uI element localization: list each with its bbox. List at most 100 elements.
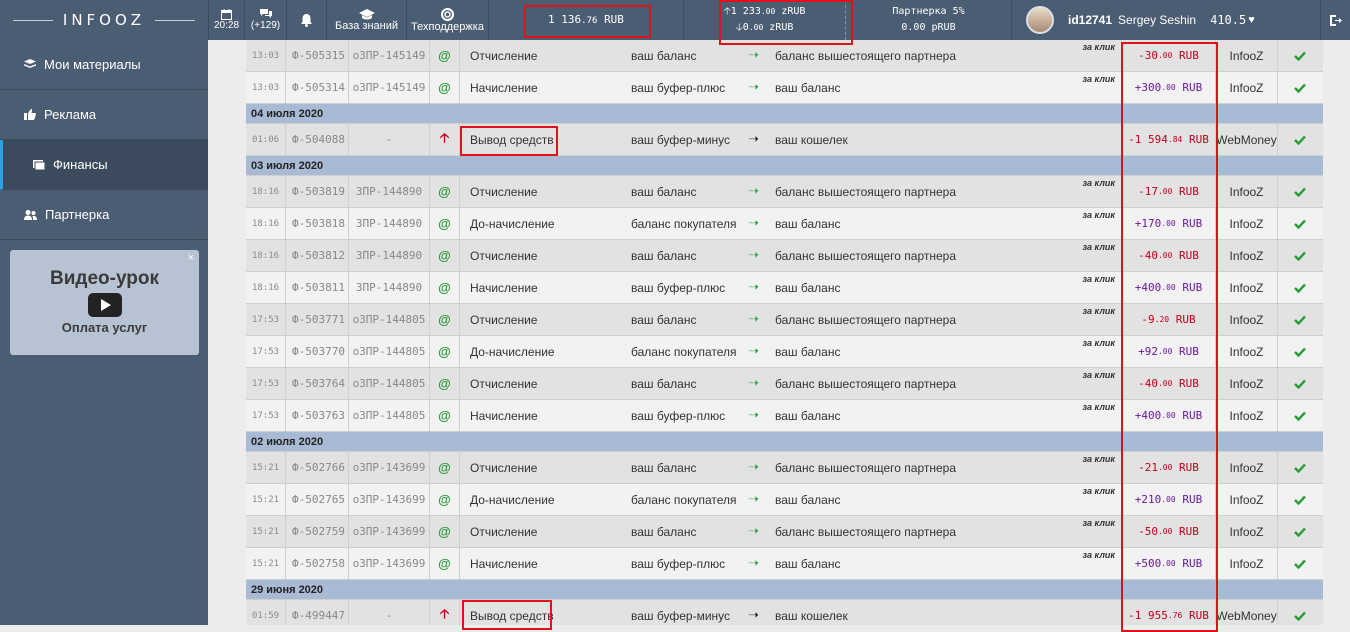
tx-operation: Отчисление: [470, 49, 538, 63]
table-row[interactable]: 13:03 Ф-505314 оЗПР-145149 @ Начисление ваш б…: [246, 72, 1323, 104]
tx-order-id[interactable]: ЗПР-144890: [349, 240, 430, 271]
tx-order-id[interactable]: оЗПР-143699: [349, 484, 430, 515]
tx-order-id[interactable]: оЗПР-143699: [349, 548, 430, 579]
tx-id[interactable]: Ф-503819: [286, 176, 349, 207]
tx-payment-system: InfooZ: [1216, 176, 1278, 207]
sidebar-item-ads[interactable]: Реклама: [0, 90, 208, 140]
tx-from: ваш баланс: [631, 249, 697, 263]
tx-payment-system: InfooZ: [1216, 368, 1278, 399]
tx-operation: Начисление: [470, 281, 538, 295]
tx-operation: Вывод средств: [470, 133, 554, 147]
tx-order-id[interactable]: оЗПР-144805: [349, 368, 430, 399]
tx-from: ваш баланс: [631, 313, 697, 327]
tx-from: ваш буфер-плюс: [631, 409, 726, 423]
check-icon: [1294, 315, 1306, 325]
table-row[interactable]: 15:21 Ф-502759 оЗПР-143699 @ Отчисление ваш б…: [246, 516, 1323, 548]
sidebar-item-finance[interactable]: Финансы: [0, 140, 208, 190]
table-row[interactable]: 15:21 Ф-502765 оЗПР-143699 @ До-начисление ба…: [246, 484, 1323, 516]
tx-amount-int: +210: [1134, 493, 1162, 506]
sidebar-item-partners[interactable]: Партнерка: [0, 190, 208, 240]
tx-id[interactable]: Ф-499447: [286, 600, 349, 625]
notifications-button[interactable]: [286, 0, 326, 40]
tx-currency: RUB: [1179, 345, 1199, 358]
table-row[interactable]: 15:21 Ф-502766 оЗПР-143699 @ Отчисление ваш б…: [246, 452, 1323, 484]
tx-id[interactable]: Ф-503771: [286, 304, 349, 335]
table-row[interactable]: 17:53 Ф-503763 оЗПР-144805 @ Начисление ваш б…: [246, 400, 1323, 432]
check-icon: [1294, 347, 1306, 357]
tx-id[interactable]: Ф-502765: [286, 484, 349, 515]
z-balance-display[interactable]: 🡡1 233.00 zRUB 🡣0.00 zRUB: [683, 0, 845, 40]
tx-id[interactable]: Ф-505315: [286, 40, 349, 71]
logout-button[interactable]: [1320, 0, 1350, 40]
table-row[interactable]: 15:21 Ф-502758 оЗПР-143699 @ Начисление ваш б…: [246, 548, 1323, 580]
messages-button[interactable]: (+129): [244, 0, 286, 40]
table-row[interactable]: 01:06 Ф-504088- 🡡 Вывод средств ваш буфер-ми…: [246, 124, 1323, 156]
sidebar-item-label: Партнерка: [45, 207, 110, 222]
tx-order-id[interactable]: оЗПР-144805: [349, 336, 430, 367]
tx-amount-int: -9: [1141, 313, 1155, 326]
tx-order-id[interactable]: оЗПР-143699: [349, 516, 430, 547]
tx-amount-fraction: .00: [1157, 379, 1173, 388]
balance-display[interactable]: 1 136.76 RUB: [488, 0, 683, 40]
tx-currency: RUB: [1179, 377, 1199, 390]
user-profile[interactable]: id12741 Sergey Seshin 410.5 ♥: [1011, 0, 1320, 40]
tx-id[interactable]: Ф-504088: [286, 124, 349, 155]
table-row[interactable]: 13:03 Ф-505315 оЗПР-145149 @ Отчисление ваш б…: [246, 40, 1323, 72]
sidebar: Мои материалы Реклама Финансы Партнерка …: [0, 40, 208, 625]
tx-operation: Отчисление: [470, 185, 538, 199]
tx-order-id[interactable]: оЗПР-145149: [349, 40, 430, 71]
table-row[interactable]: 18:16 Ф-503819 ЗПР-144890 @ Отчисление ваш ба…: [246, 176, 1323, 208]
tx-order-id[interactable]: -: [349, 124, 430, 155]
table-row[interactable]: 18:16 Ф-503812 ЗПР-144890 @ Отчисление ваш ба…: [246, 240, 1323, 272]
table-row[interactable]: 18:16 Ф-503818 ЗПР-144890 @ До-начисление бал…: [246, 208, 1323, 240]
tx-id[interactable]: Ф-502766: [286, 452, 349, 483]
tx-order-id[interactable]: оЗПР-143699: [349, 452, 430, 483]
tx-order-id[interactable]: -: [349, 600, 430, 625]
tx-id[interactable]: Ф-503811: [286, 272, 349, 303]
tx-from: ваш буфер-плюс: [631, 557, 726, 571]
table-row[interactable]: 18:16 Ф-503811 ЗПР-144890 @ Начисление ваш бу…: [246, 272, 1323, 304]
tx-order-id[interactable]: ЗПР-144890: [349, 272, 430, 303]
tx-order-id[interactable]: ЗПР-144890: [349, 208, 430, 239]
support-link[interactable]: Техподдержка: [406, 0, 488, 40]
tx-status: [1278, 600, 1322, 625]
tx-order-id[interactable]: ЗПР-144890: [349, 176, 430, 207]
video-lesson-card[interactable]: × Видео-урок Оплата услуг: [10, 250, 199, 355]
tx-currency: RUB: [1182, 81, 1203, 94]
table-row[interactable]: 17:53 Ф-503770 оЗПР-144805 @ До-начисление ба…: [246, 336, 1323, 368]
tx-type-icon: 🡡: [430, 600, 460, 625]
tx-from: ваш буфер-минус: [631, 133, 731, 147]
tx-id[interactable]: Ф-503770: [286, 336, 349, 367]
tx-order-id[interactable]: оЗПР-144805: [349, 304, 430, 335]
avatar[interactable]: [1026, 6, 1054, 34]
close-icon[interactable]: ×: [188, 252, 194, 264]
partner-balance-display[interactable]: Партнерка 5% 0.00 pRUB: [845, 0, 1011, 40]
tx-id[interactable]: Ф-502759: [286, 516, 349, 547]
tx-amount-fraction: .00: [1161, 559, 1176, 568]
knowledge-base-link[interactable]: База знаний: [326, 0, 406, 40]
tx-to: ваш баланс: [775, 81, 841, 95]
table-row[interactable]: 17:53 Ф-503764 оЗПР-144805 @ Отчисление ваш б…: [246, 368, 1323, 400]
balance-currency: RUB: [604, 12, 624, 26]
logo[interactable]: INFOOZ: [0, 0, 208, 40]
check-icon: [1294, 83, 1306, 93]
tx-id[interactable]: Ф-505314: [286, 72, 349, 103]
at-icon: @: [438, 184, 451, 199]
tx-amount-int: -50: [1138, 525, 1158, 538]
tx-id[interactable]: Ф-503764: [286, 368, 349, 399]
table-row[interactable]: 17:53 Ф-503771 оЗПР-144805 @ Отчисление ваш б…: [246, 304, 1323, 336]
tx-amount-int: +400: [1134, 409, 1162, 422]
tx-id[interactable]: Ф-503763: [286, 400, 349, 431]
play-icon[interactable]: [87, 293, 122, 317]
tx-id[interactable]: Ф-502758: [286, 548, 349, 579]
tx-id[interactable]: Ф-503812: [286, 240, 349, 271]
tx-order-id[interactable]: оЗПР-145149: [349, 72, 430, 103]
tx-operation: Начисление: [470, 557, 538, 571]
tx-currency: RUB: [1179, 185, 1199, 198]
at-icon: @: [438, 80, 451, 95]
table-row[interactable]: 01:59 Ф-499447- 🡡 Вывод средств ваш буфер-ми…: [246, 600, 1323, 625]
tx-order-id[interactable]: оЗПР-144805: [349, 400, 430, 431]
tx-id[interactable]: Ф-503818: [286, 208, 349, 239]
sidebar-item-materials[interactable]: Мои материалы: [0, 40, 208, 90]
tx-type-icon: @: [430, 176, 460, 207]
